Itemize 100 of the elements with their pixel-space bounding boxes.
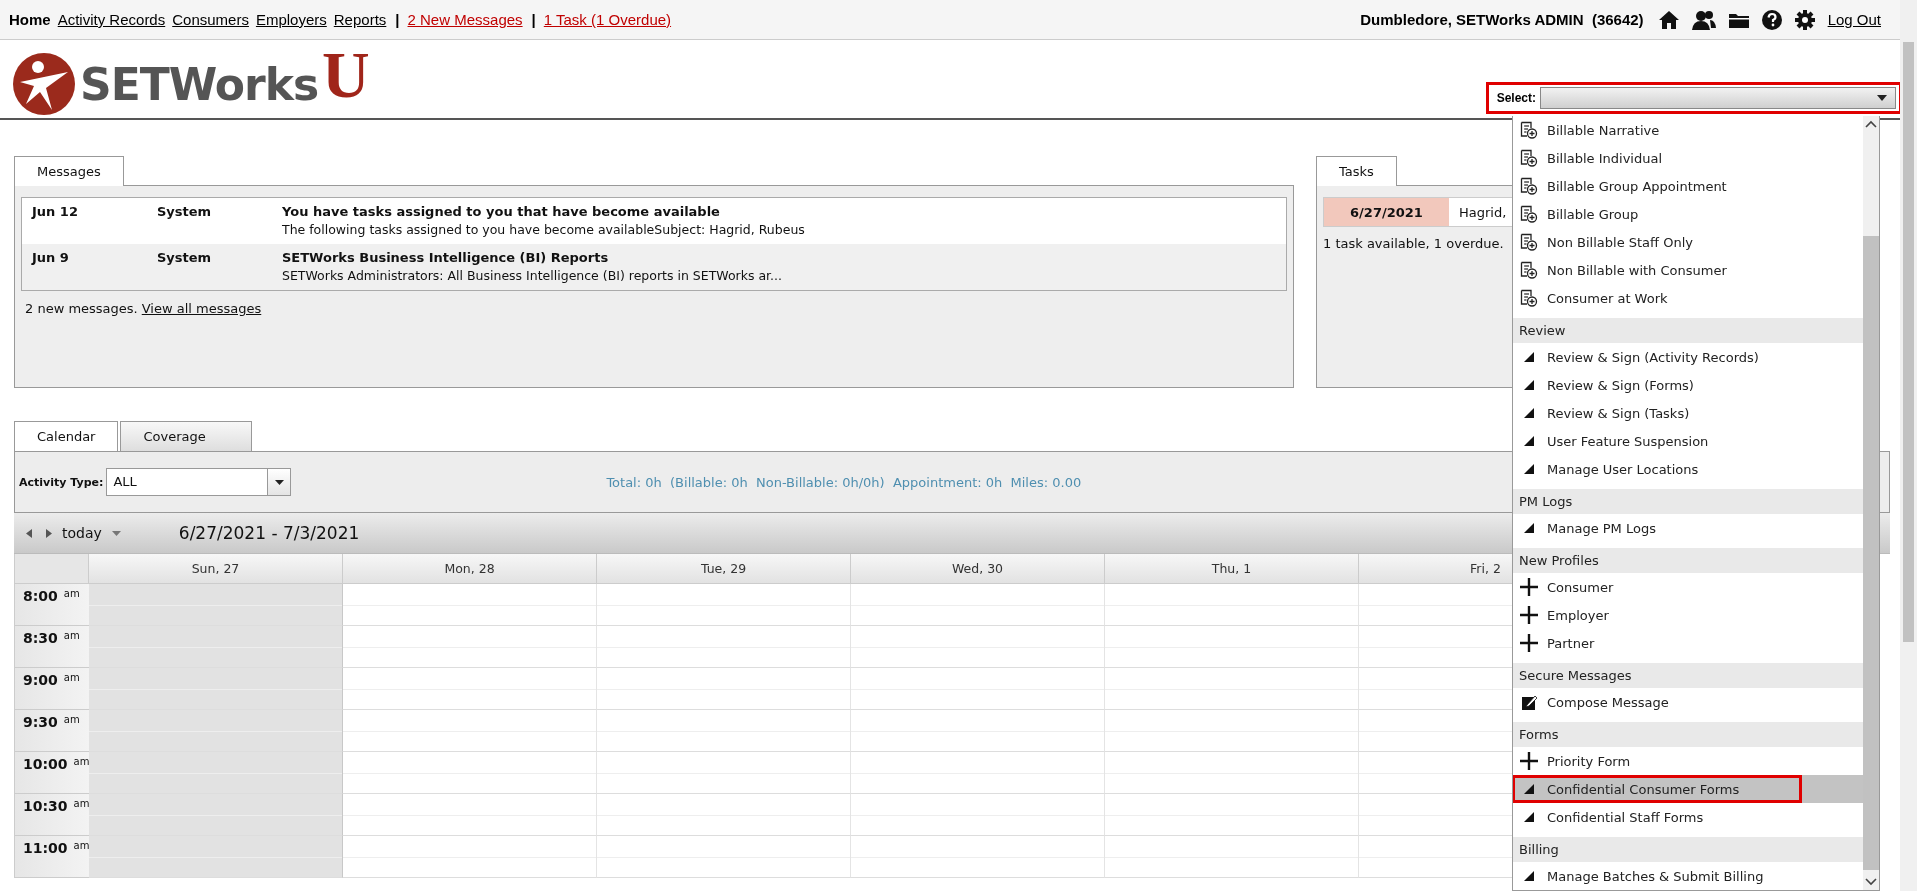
message-subject: You have tasks assigned to you that have become available bbox=[282, 204, 721, 219]
calendar-cell[interactable] bbox=[89, 836, 343, 878]
message-row[interactable]: Jun 9 System SETWorks Business Intelligence (BI) Reports SETWorks Administrators: All Business Intelligence (BI) reports in SETWorks ar... bbox=[22, 244, 1286, 290]
calendar-cell[interactable] bbox=[343, 752, 597, 794]
panel-tab[interactable]: Tasks bbox=[1316, 156, 1397, 186]
calendar-cell[interactable] bbox=[597, 794, 851, 836]
calendar-cell[interactable] bbox=[89, 710, 343, 752]
panel-tab[interactable]: Messages bbox=[14, 156, 124, 186]
nav-link[interactable]: Home bbox=[9, 11, 51, 28]
menu-item[interactable]: Billable Narrative bbox=[1513, 116, 1863, 144]
calendar-tab[interactable]: Coverage bbox=[120, 421, 253, 452]
task-date: 6/27/2021 bbox=[1324, 198, 1449, 226]
menu-item[interactable]: Manage PM Logs bbox=[1513, 514, 1863, 542]
menu-item[interactable]: Review & Sign (Tasks) bbox=[1513, 399, 1863, 427]
calendar-cell[interactable] bbox=[1105, 584, 1359, 626]
menu-item[interactable]: Billable Group bbox=[1513, 200, 1863, 228]
logout-link[interactable]: Log Out bbox=[1827, 11, 1881, 28]
calendar-cell[interactable] bbox=[597, 626, 851, 668]
calendar-cell[interactable] bbox=[597, 584, 851, 626]
menu-item[interactable]: Priority Form bbox=[1513, 747, 1863, 775]
menu-item[interactable]: Review & Sign (Forms) bbox=[1513, 371, 1863, 399]
calendar-cell[interactable] bbox=[851, 584, 1105, 626]
home-icon[interactable] bbox=[1657, 9, 1680, 30]
menu-item[interactable]: Partner bbox=[1513, 629, 1863, 657]
calendar-cell[interactable] bbox=[597, 836, 851, 878]
message-date: Jun 12 bbox=[32, 204, 79, 221]
nav-link[interactable]: Reports bbox=[333, 11, 387, 28]
menu-item[interactable]: Consumer at Work bbox=[1513, 284, 1863, 312]
menu-item[interactable]: Manage User Locations bbox=[1513, 455, 1863, 483]
calendar-cell[interactable] bbox=[343, 626, 597, 668]
time-label: 9:00 am bbox=[15, 668, 89, 710]
menu-item[interactable]: Review & Sign (Activity Records) bbox=[1513, 343, 1863, 371]
nav-link[interactable]: Employers bbox=[255, 11, 327, 28]
calendar-cell[interactable] bbox=[851, 626, 1105, 668]
calendar-cell[interactable] bbox=[1105, 710, 1359, 752]
menu-item[interactable]: Employer bbox=[1513, 601, 1863, 629]
calendar-cell[interactable] bbox=[851, 668, 1105, 710]
alert-link[interactable]: 1 Task (1 Overdue) bbox=[543, 11, 672, 28]
calendar-cell[interactable] bbox=[343, 584, 597, 626]
calendar-cell[interactable] bbox=[851, 794, 1105, 836]
message-sender: System bbox=[157, 250, 213, 267]
calendar-cell[interactable] bbox=[851, 752, 1105, 794]
alert-link[interactable]: 2 New Messages bbox=[407, 11, 523, 28]
calendar-cell[interactable] bbox=[1105, 668, 1359, 710]
plus-icon bbox=[1519, 751, 1539, 771]
users-icon[interactable] bbox=[1691, 9, 1716, 30]
select-field[interactable] bbox=[1540, 87, 1896, 109]
calendar-cell[interactable] bbox=[343, 836, 597, 878]
user-name: Dumbledore, SETWorks ADMIN (36642) bbox=[1360, 11, 1644, 28]
view-all-link[interactable]: View all messages bbox=[141, 301, 262, 316]
settings-icon[interactable] bbox=[1793, 8, 1816, 31]
menu-scrollbar[interactable] bbox=[1863, 116, 1879, 890]
menu-item[interactable]: Billable Individual bbox=[1513, 144, 1863, 172]
calendar-cell[interactable] bbox=[89, 794, 343, 836]
menu-item[interactable]: Non Billable with Consumer bbox=[1513, 256, 1863, 284]
menu-item[interactable]: Compose Message bbox=[1513, 688, 1863, 716]
form-add-icon bbox=[1519, 205, 1539, 223]
scrollbar[interactable] bbox=[1900, 0, 1917, 891]
form-add-icon bbox=[1519, 177, 1539, 195]
today-button[interactable]: today bbox=[62, 525, 121, 541]
menu-item[interactable]: Non Billable Staff Only bbox=[1513, 228, 1863, 256]
calendar-cell[interactable] bbox=[851, 710, 1105, 752]
calendar-cell[interactable] bbox=[343, 794, 597, 836]
calendar-cell[interactable] bbox=[1105, 626, 1359, 668]
menu-item[interactable]: User Feature Suspension bbox=[1513, 427, 1863, 455]
calendar-cell[interactable] bbox=[89, 584, 343, 626]
time-label: 8:30 am bbox=[15, 626, 89, 668]
calendar-cell[interactable] bbox=[597, 710, 851, 752]
calendar-cell[interactable] bbox=[89, 668, 343, 710]
calendar-cell[interactable] bbox=[89, 752, 343, 794]
time-label: 8:00 am bbox=[15, 584, 89, 626]
calendar-cell[interactable] bbox=[343, 710, 597, 752]
menu-item[interactable]: Manage Batches & Submit Billing bbox=[1513, 862, 1863, 890]
compose-icon bbox=[1519, 694, 1539, 710]
scroll-up-icon[interactable] bbox=[1865, 120, 1877, 128]
calendar-cell[interactable] bbox=[851, 836, 1105, 878]
nav-link[interactable]: Consumers bbox=[172, 11, 249, 28]
help-icon[interactable] bbox=[1761, 9, 1782, 30]
activity-type-select[interactable]: ALL bbox=[106, 468, 292, 496]
message-preview: SETWorks Administrators: All Business Intelligence (BI) reports in SETWorks ar... bbox=[282, 268, 783, 283]
menu-item[interactable]: Billable Group Appointment bbox=[1513, 172, 1863, 200]
caret-icon bbox=[1877, 95, 1887, 101]
next-icon[interactable] bbox=[46, 528, 52, 538]
calendar-cell[interactable] bbox=[1105, 752, 1359, 794]
calendar-cell[interactable] bbox=[597, 668, 851, 710]
calendar-tab[interactable]: Calendar bbox=[14, 421, 119, 452]
message-row[interactable]: Jun 12 System You have tasks assigned to you that have become available The following tasks assigned to you have become availableSubject: Hagrid, Rubeus bbox=[22, 198, 1286, 244]
calendar-cell[interactable] bbox=[343, 668, 597, 710]
plus-icon bbox=[1519, 577, 1539, 597]
calendar-cell[interactable] bbox=[89, 626, 343, 668]
nav-link[interactable]: Activity Records bbox=[57, 11, 166, 28]
calendar-cell[interactable] bbox=[1105, 836, 1359, 878]
calendar-cell[interactable] bbox=[597, 752, 851, 794]
day-header: Sun, 27 bbox=[89, 554, 343, 584]
previous-icon[interactable] bbox=[26, 528, 32, 538]
menu-item[interactable]: Confidential Consumer Forms bbox=[1513, 775, 1863, 803]
calendar-cell[interactable] bbox=[1105, 794, 1359, 836]
menu-item[interactable]: Confidential Staff Forms bbox=[1513, 803, 1863, 831]
select-label: Select: bbox=[1496, 91, 1536, 105]
scroll-down-icon[interactable] bbox=[1865, 878, 1877, 886]
